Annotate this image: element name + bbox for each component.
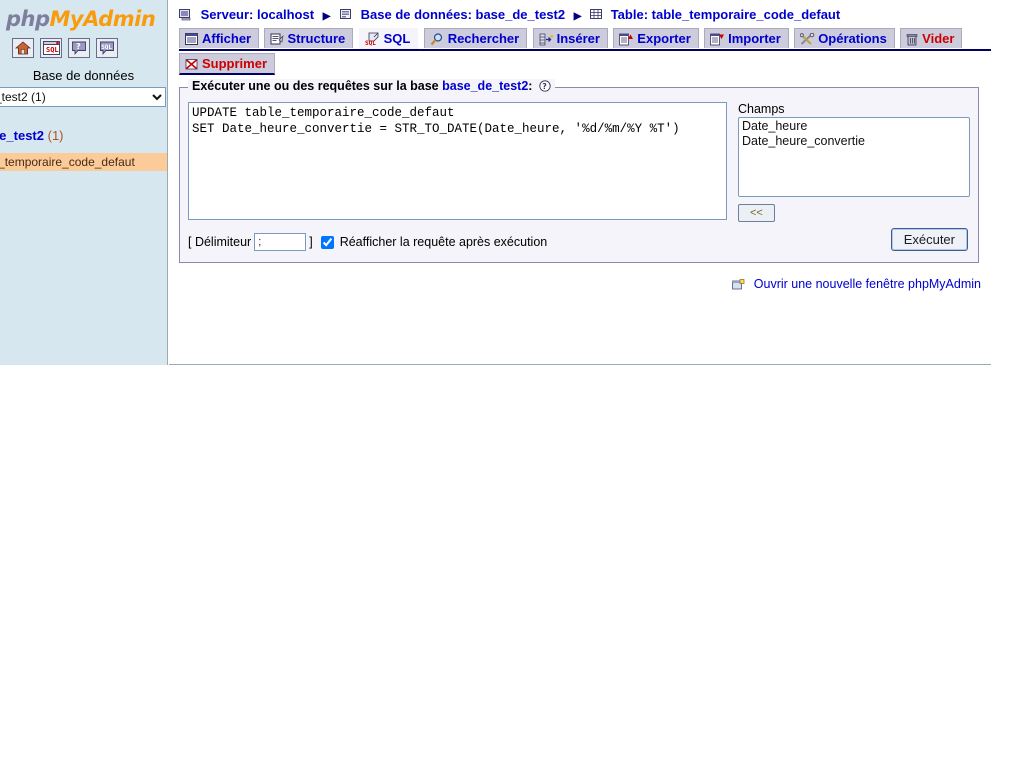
tab-rechercher-label: Rechercher xyxy=(447,31,520,46)
delimiter-label: [ Délimiteur xyxy=(188,235,252,249)
database-tree: _de_test2 (1) ble_temporaire_code_defaut xyxy=(0,127,167,171)
breadcrumb: Serveur: localhost ▶ Base de données: ba… xyxy=(169,0,991,24)
tab-structure-label: Structure xyxy=(287,31,346,46)
breadcrumb-table-link[interactable]: Table: table_temporaire_code_defaut xyxy=(611,7,841,22)
help-icon[interactable]: ? xyxy=(68,38,90,58)
logo-my-text: My xyxy=(49,7,84,31)
server-icon xyxy=(179,8,193,24)
navigation-frame: phpMyAdmin SQL ? SQL Base de données _te… xyxy=(0,0,168,365)
sql-legend-database: base_de_test2 xyxy=(442,79,529,93)
tab-afficher-label: Afficher xyxy=(202,31,252,46)
sql-editor-row: Champs Date_heure Date_heure_convertie <… xyxy=(188,102,970,222)
database-icon xyxy=(339,8,353,24)
breadcrumb-server-link[interactable]: Serveur: localhost xyxy=(201,7,314,22)
tab-rechercher[interactable]: Rechercher xyxy=(423,28,528,51)
sql-bubble-icon[interactable]: SQL xyxy=(96,38,118,58)
new-window-row: Ouvrir une nouvelle fenêtre phpMyAdmin xyxy=(169,277,981,294)
show-query-label: Réafficher la requête après exécution xyxy=(339,235,548,249)
svg-text:SQL: SQL xyxy=(101,44,112,51)
sql-legend-prefix: Exécuter une ou des requêtes sur la base xyxy=(192,79,439,93)
table-tab-bar: Afficher Structure SQL SQL Rechercher In… xyxy=(179,27,991,51)
tab-supprimer-label: Supprimer xyxy=(202,56,268,71)
svg-text:SQL: SQL xyxy=(365,40,376,46)
tab-operations[interactable]: Opérations xyxy=(794,28,895,48)
tab-operations-label: Opérations xyxy=(818,31,887,46)
empty-icon xyxy=(906,32,919,51)
delimiter-close-label: ] xyxy=(309,235,313,249)
navigation-icon-bar: SQL ? SQL xyxy=(12,38,167,58)
sql-query-fieldset: Exécuter une ou des requêtes sur la base… xyxy=(179,79,979,263)
tab-exporter[interactable]: Exporter xyxy=(613,28,699,51)
documentation-help-icon[interactable]: ? xyxy=(539,80,551,95)
delimiter-input[interactable] xyxy=(254,233,307,251)
svg-text:?: ? xyxy=(542,82,546,91)
show-query-checkbox[interactable] xyxy=(320,235,334,249)
svg-text:?: ? xyxy=(76,42,81,51)
tab-exporter-label: Exporter xyxy=(637,31,691,46)
table-tree-item-label[interactable]: ble_temporaire_code_defaut xyxy=(0,155,135,169)
structure-icon xyxy=(270,32,284,51)
breadcrumb-separator-2: ▶ xyxy=(573,11,582,22)
sql-query-legend: Exécuter une ou des requêtes sur la base… xyxy=(188,79,555,95)
tab-importer-label: Importer xyxy=(728,31,781,46)
frame-bottom-divider xyxy=(169,364,991,365)
database-select[interactable]: _test2 (1) xyxy=(0,87,166,107)
sql-icon: SQL xyxy=(365,32,381,51)
execute-button[interactable]: Exécuter xyxy=(890,228,968,251)
tab-importer[interactable]: Importer xyxy=(704,28,789,48)
sql-legend-suffix: : xyxy=(528,79,533,93)
phpmyadmin-window: phpMyAdmin SQL ? SQL Base de données _te… xyxy=(0,0,1035,777)
main-content-frame: Serveur: localhost ▶ Base de données: ba… xyxy=(169,0,991,365)
insert-field-button[interactable]: << xyxy=(738,204,775,222)
logo-php-text: php xyxy=(6,7,50,31)
sql-query-textarea[interactable] xyxy=(188,102,727,220)
sql-window-icon[interactable]: SQL xyxy=(40,38,62,58)
operations-icon xyxy=(799,32,815,51)
tab-inserer[interactable]: Insérer xyxy=(532,28,608,51)
home-icon[interactable] xyxy=(12,38,34,58)
new-window-link[interactable]: Ouvrir une nouvelle fenêtre phpMyAdmin xyxy=(754,277,981,291)
tab-structure[interactable]: Structure xyxy=(264,28,354,51)
database-select-wrapper: _test2 (1) xyxy=(0,87,166,107)
tab-vider[interactable]: Vider xyxy=(900,28,963,51)
tab-inserer-label: Insérer xyxy=(556,31,600,46)
table-tree-item-selected[interactable]: ble_temporaire_code_defaut xyxy=(0,153,167,171)
database-tree-root-name[interactable]: _de_test2 xyxy=(0,128,44,143)
sql-options-row: [ Délimiteur ] Réafficher la requête apr… xyxy=(188,228,970,254)
search-icon xyxy=(430,32,445,51)
tab-afficher[interactable]: Afficher xyxy=(179,28,260,51)
breadcrumb-separator-1: ▶ xyxy=(322,11,331,22)
import-icon xyxy=(710,32,725,51)
database-caption: Base de données xyxy=(32,68,135,83)
browse-icon xyxy=(185,32,199,51)
drop-icon xyxy=(185,57,199,76)
tab-sql[interactable]: SQL SQL xyxy=(358,28,419,51)
svg-text:SQL: SQL xyxy=(46,46,59,54)
table-tab-bar-secondary: Supprimer xyxy=(179,53,991,75)
insert-icon xyxy=(539,32,554,51)
fields-option[interactable]: Date_heure_convertie xyxy=(741,134,967,149)
fields-option[interactable]: Date_heure xyxy=(741,119,967,134)
breadcrumb-database-link[interactable]: Base de données: base_de_test2 xyxy=(361,7,565,22)
tab-supprimer[interactable]: Supprimer xyxy=(179,53,276,76)
page-right-margin xyxy=(991,0,1035,365)
fields-listbox[interactable]: Date_heure Date_heure_convertie xyxy=(738,117,970,197)
fields-label: Champs xyxy=(738,102,785,116)
table-icon xyxy=(590,8,603,24)
tab-sql-label: SQL xyxy=(383,31,411,46)
export-icon xyxy=(619,32,634,51)
fields-column: Champs Date_heure Date_heure_convertie <… xyxy=(738,102,970,222)
phpmyadmin-logo: phpMyAdmin xyxy=(6,6,167,32)
tab-vider-label: Vider xyxy=(922,31,955,46)
new-window-icon xyxy=(732,279,746,294)
database-tree-root-count: (1) xyxy=(47,128,64,143)
database-tree-root[interactable]: _de_test2 (1) xyxy=(0,127,167,144)
logo-admin-text: Admin xyxy=(83,7,156,31)
